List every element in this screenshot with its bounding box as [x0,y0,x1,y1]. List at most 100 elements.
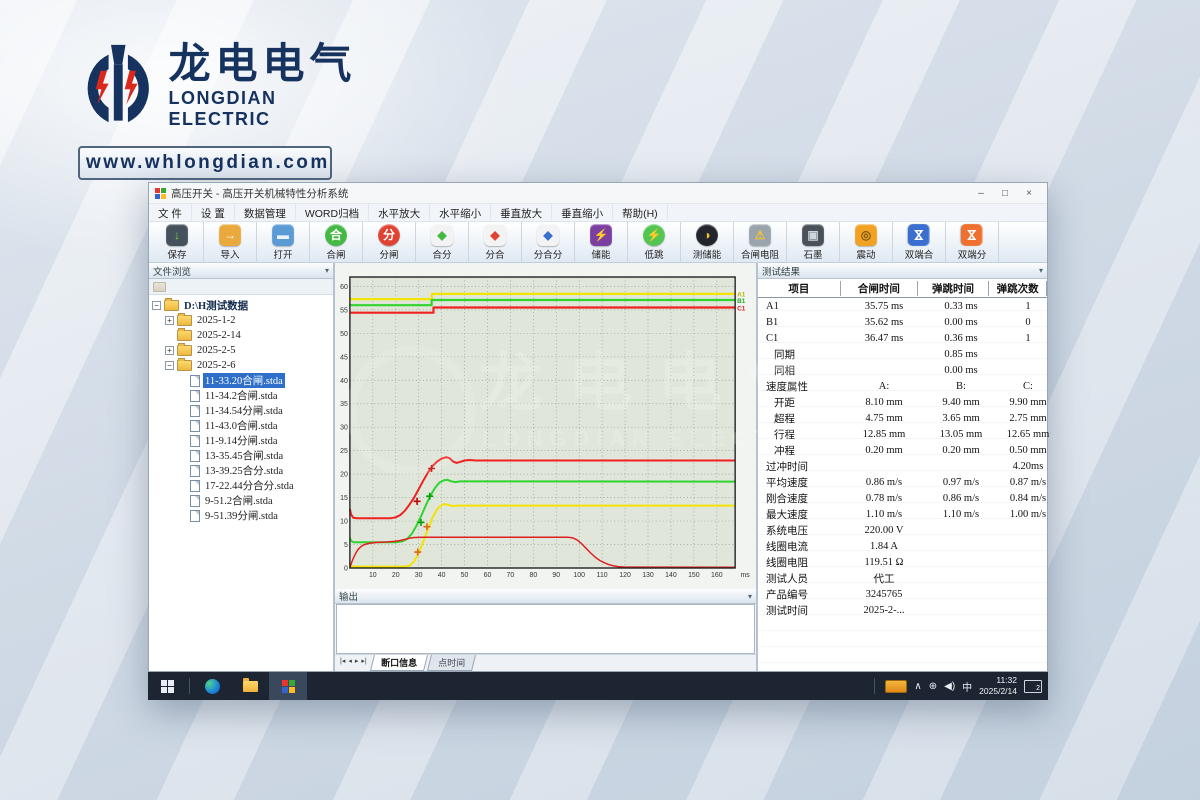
minimize-button[interactable]: – [969,188,993,199]
tree-item[interactable]: 2025-2-14 [149,328,333,343]
bottom-tab[interactable]: 断口信息 [370,655,428,671]
panel-pin-icon[interactable]: ▾ [325,266,329,275]
toolbar-button[interactable]: 分 分闸 [363,222,416,262]
toolbar-button[interactable]: ⚠ 合闸电阻 [734,222,787,262]
tab-nav-button[interactable]: ▸ [354,657,360,665]
toolbar-button[interactable]: ◑ 测储能 [681,222,734,262]
file-icon [190,495,200,507]
menu-item[interactable]: WORD归档 [296,204,369,221]
toolbar-button[interactable]: 合 合闸 [310,222,363,262]
hidden-icons-chevron[interactable]: ∧ [914,681,921,692]
tree-item[interactable]: 9-51.2合闸.stda [149,493,333,508]
tree-expander-icon[interactable]: − [152,301,161,310]
vibration-icon: ◎ [855,224,877,246]
tab-nav-button[interactable]: ▸| [360,657,367,665]
value-b: 13.05 mm [924,429,998,440]
toolbar-button[interactable]: → 导入 [204,222,257,262]
maximize-button[interactable]: □ [993,188,1017,199]
volume-icon[interactable]: ◀) [944,681,955,692]
svg-text:130: 130 [642,572,654,579]
waveform-panel: 102030405060708090100110120130140150160m… [335,263,758,671]
toolbar-button[interactable]: ◆ 分合 [469,222,522,262]
folder-icon [177,330,192,341]
table-row: A1 35.75 ms 0.33 ms 1 [758,298,1047,314]
clock-time: 11:32 [979,675,1017,686]
ime-indicator[interactable]: 中 [962,679,972,694]
bottom-tab[interactable]: 点时间 [427,655,476,671]
value-a: 0.20 mm [844,445,924,456]
panel-pin-icon[interactable]: ▾ [1039,266,1043,275]
tree-item[interactable]: + 2025-2-5 [149,343,333,358]
network-icon[interactable]: ⊕ [929,681,937,692]
tree-expander-icon[interactable]: + [165,346,174,355]
toolbar-button[interactable]: ◎ 震动 [840,222,893,262]
toolbar-button[interactable]: ◆ 合分 [416,222,469,262]
table-row: 测试人员 代工 [758,570,1047,586]
tree-item[interactable]: 9-51.39分闸.stda [149,508,333,523]
table-row: 线圈电流 1.84 A [758,538,1047,554]
tree-item[interactable]: 11-9.14分闸.stda [149,433,333,448]
menu-item[interactable]: 数据管理 [235,204,296,221]
table-row: 开距 8.10 mm 9.40 mm 9.90 mm [758,394,1047,410]
toolbar-button[interactable]: ⋈ 双端分 [946,222,999,262]
toolbar-button[interactable]: ◆ 分合分 [522,222,575,262]
tree-expander-icon[interactable]: − [165,361,174,370]
table-row: 产品编号 3245765 [758,586,1047,602]
taskbar-app-button[interactable] [269,672,307,700]
output-box [336,604,755,654]
tree-item[interactable]: 17-22.44分合分.stda [149,478,333,493]
tree-item-label: 11-34.2合闸.stda [203,388,280,403]
toolbar-button-label: 保存 [167,247,186,261]
tree-item[interactable]: 11-34.2合闸.stda [149,388,333,403]
toolbar-button-label: 测储能 [693,247,722,261]
menu-item[interactable]: 垂直缩小 [552,204,613,221]
menu-item[interactable]: 设 置 [192,204,235,221]
value-a: 220.00 V [844,525,924,536]
tree-item-label: 13-35.45合闸.stda [203,448,285,463]
results-table-body: A1 35.75 ms 0.33 ms 1 B1 35.62 ms 0.00 m… [758,298,1047,618]
close-button[interactable]: × [1017,188,1041,199]
new-folder-icon[interactable] [153,282,166,292]
tree-item[interactable]: 11-43.0合闸.stda [149,418,333,433]
open-close-icon: ◆ [484,224,506,246]
taskbar-clock[interactable]: 11:32 2025/2/14 [979,675,1017,696]
value-a: 代工 [844,571,924,586]
menu-item[interactable]: 水平缩小 [430,204,491,221]
tree-item[interactable]: 11-34.54分闸.stda [149,403,333,418]
tree-item[interactable]: − 2025-2-6 [149,358,333,373]
tree-item[interactable]: − D:\H测试数据 [149,298,333,313]
menu-item[interactable]: 文 件 [149,204,192,221]
taskbar-explorer-button[interactable] [231,672,269,700]
toolbar-button[interactable]: ⋈ 双端合 [893,222,946,262]
toolbar-button[interactable]: ⚡ 低跳 [628,222,681,262]
tree-expander-icon[interactable]: + [165,316,174,325]
tree-item[interactable]: + 2025-1-2 [149,313,333,328]
toolbar-button[interactable]: ⚡ 储能 [575,222,628,262]
waveform-chart[interactable]: 102030405060708090100110120130140150160m… [335,267,756,583]
table-row: 最大速度 1.10 m/s 1.10 m/s 1.00 m/s [758,506,1047,522]
toolbar-button[interactable]: ▬ 打开 [257,222,310,262]
tray-app-icon[interactable] [885,680,907,693]
tab-nav-button[interactable]: ◂ [347,657,353,665]
panel-pin-icon[interactable]: ▾ [748,592,752,601]
menu-item[interactable]: 水平放大 [369,204,430,221]
tree-item[interactable]: 13-35.45合闸.stda [149,448,333,463]
start-button[interactable] [148,672,186,700]
value-b: 0.86 m/s [924,493,998,504]
value-b: 0.33 ms [924,301,998,312]
notification-icon[interactable]: 2 [1024,680,1042,693]
toolbar-button[interactable]: ↓ 保存 [151,222,204,262]
table-row: 刚合速度 0.78 m/s 0.86 m/s 0.84 m/s [758,490,1047,506]
tab-nav-button[interactable]: |◂ [339,657,346,665]
longdian-logo-icon [78,36,159,136]
tree-item-label: 11-33.20合闸.stda [203,373,285,388]
row-label: 系统电压 [758,523,844,538]
close-operation-icon: 合 [325,224,347,246]
row-label: 刚合速度 [758,491,844,506]
taskbar-edge-button[interactable] [193,672,231,700]
menu-item[interactable]: 帮助(H) [613,204,668,221]
tree-item[interactable]: 13-39.25合分.stda [149,463,333,478]
menu-item[interactable]: 垂直放大 [491,204,552,221]
toolbar-button[interactable]: ▣ 石墨 [787,222,840,262]
tree-item[interactable]: 11-33.20合闸.stda [149,373,333,388]
